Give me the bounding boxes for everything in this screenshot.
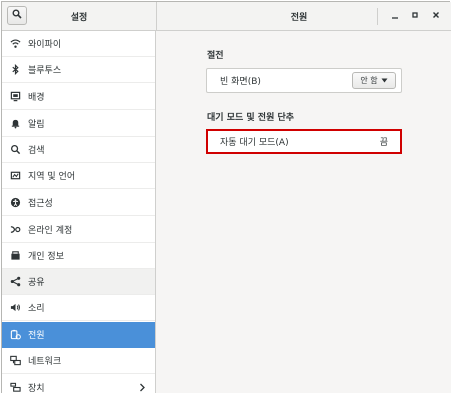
bell-icon xyxy=(9,118,21,130)
annotation-highlight-box xyxy=(206,129,402,154)
header-bar: 설정 전원 xyxy=(2,2,451,31)
online-accounts-icon xyxy=(9,224,21,236)
blank-screen-row[interactable]: 빈 화면(B) 안 함 xyxy=(207,69,401,92)
search-button[interactable] xyxy=(7,6,27,25)
sidebar-item-network[interactable]: 네트워크 xyxy=(2,348,155,374)
speaker-icon xyxy=(9,302,21,314)
close-button[interactable] xyxy=(427,8,445,25)
sidebar-item-devices[interactable]: 장치 xyxy=(2,375,155,393)
sidebar-item-label: 블루투스 xyxy=(28,66,62,76)
sidebar-item-background[interactable]: 배경 xyxy=(2,84,155,110)
minimize-icon xyxy=(391,11,399,22)
sidebar-item-power[interactable]: 전원 xyxy=(2,322,155,348)
sidebar-item-privacy[interactable]: 개인 정보 xyxy=(2,243,155,269)
power-icon xyxy=(9,329,21,341)
wifi-icon xyxy=(9,38,21,50)
chevron-down-icon xyxy=(381,76,388,85)
page-title: 전원 xyxy=(290,13,308,23)
sidebar-item-bluetooth[interactable]: 블루투스 xyxy=(2,57,155,83)
search-icon xyxy=(12,9,22,22)
sidebar-item-sound[interactable]: 소리 xyxy=(2,295,155,321)
maximize-icon xyxy=(411,11,419,22)
settings-window: 설정 전원 와이파이 블루투스 배경 알림 검색 지역 및 언어 접근성 온라인… xyxy=(1,1,451,393)
sidebar-item-label: 와이파이 xyxy=(28,40,62,50)
sidebar-item-label: 지역 및 언어 xyxy=(28,172,76,182)
sidebar-item-label: 검색 xyxy=(28,146,45,156)
share-icon xyxy=(9,276,21,288)
window-controls-divider xyxy=(377,8,378,25)
header-divider xyxy=(156,2,157,31)
maximize-button[interactable] xyxy=(406,8,424,25)
sidebar-item-label: 네트워크 xyxy=(28,357,62,367)
sidebar-item-label: 배경 xyxy=(28,93,45,103)
suspend-heading: 대기 모드 및 전원 단추 xyxy=(207,113,295,123)
sidebar-item-notifications[interactable]: 알림 xyxy=(2,111,155,137)
sidebar-item-label: 접근성 xyxy=(28,199,53,209)
sidebar-item-label: 온라인 계정 xyxy=(28,226,73,236)
search-icon xyxy=(9,144,21,156)
sidebar-item-region[interactable]: 지역 및 언어 xyxy=(2,163,155,189)
power-saving-card: 빈 화면(B) 안 함 xyxy=(206,68,402,93)
minimize-button[interactable] xyxy=(386,8,404,25)
blank-screen-dropdown[interactable]: 안 함 xyxy=(352,72,396,89)
sidebar-item-label: 장치 xyxy=(28,384,45,393)
sidebar-item-label: 알림 xyxy=(28,120,45,130)
power-panel: 절전 빈 화면(B) 안 함 대기 모드 및 전원 단추 자동 대기 모드(A)… xyxy=(157,31,451,393)
sidebar-item-accessibility[interactable]: 접근성 xyxy=(2,190,155,216)
region-icon xyxy=(9,170,21,182)
privacy-icon xyxy=(9,250,21,262)
devices-icon xyxy=(9,382,21,393)
sidebar-item-online-accounts[interactable]: 온라인 계정 xyxy=(2,217,155,243)
sidebar-item-label: 개인 정보 xyxy=(28,252,64,262)
background-icon xyxy=(9,91,21,103)
close-icon xyxy=(432,11,440,22)
sidebar: 와이파이 블루투스 배경 알림 검색 지역 및 언어 접근성 온라인 계정 개인… xyxy=(2,31,156,393)
blank-screen-label: 빈 화면(B) xyxy=(220,77,261,87)
sidebar-item-search[interactable]: 검색 xyxy=(2,137,155,163)
sidebar-item-wifi[interactable]: 와이파이 xyxy=(2,31,155,57)
blank-screen-value: 안 함 xyxy=(360,76,378,85)
accessibility-icon xyxy=(9,197,21,209)
sidebar-item-label: 소리 xyxy=(28,304,45,314)
sidebar-item-label: 전원 xyxy=(28,331,45,341)
network-icon xyxy=(9,355,21,367)
power-saving-heading: 절전 xyxy=(207,51,224,61)
chevron-right-icon xyxy=(139,383,146,393)
sidebar-item-label: 공유 xyxy=(28,278,45,288)
bluetooth-icon xyxy=(9,64,21,76)
sidebar-item-sharing[interactable]: 공유 xyxy=(2,269,155,295)
